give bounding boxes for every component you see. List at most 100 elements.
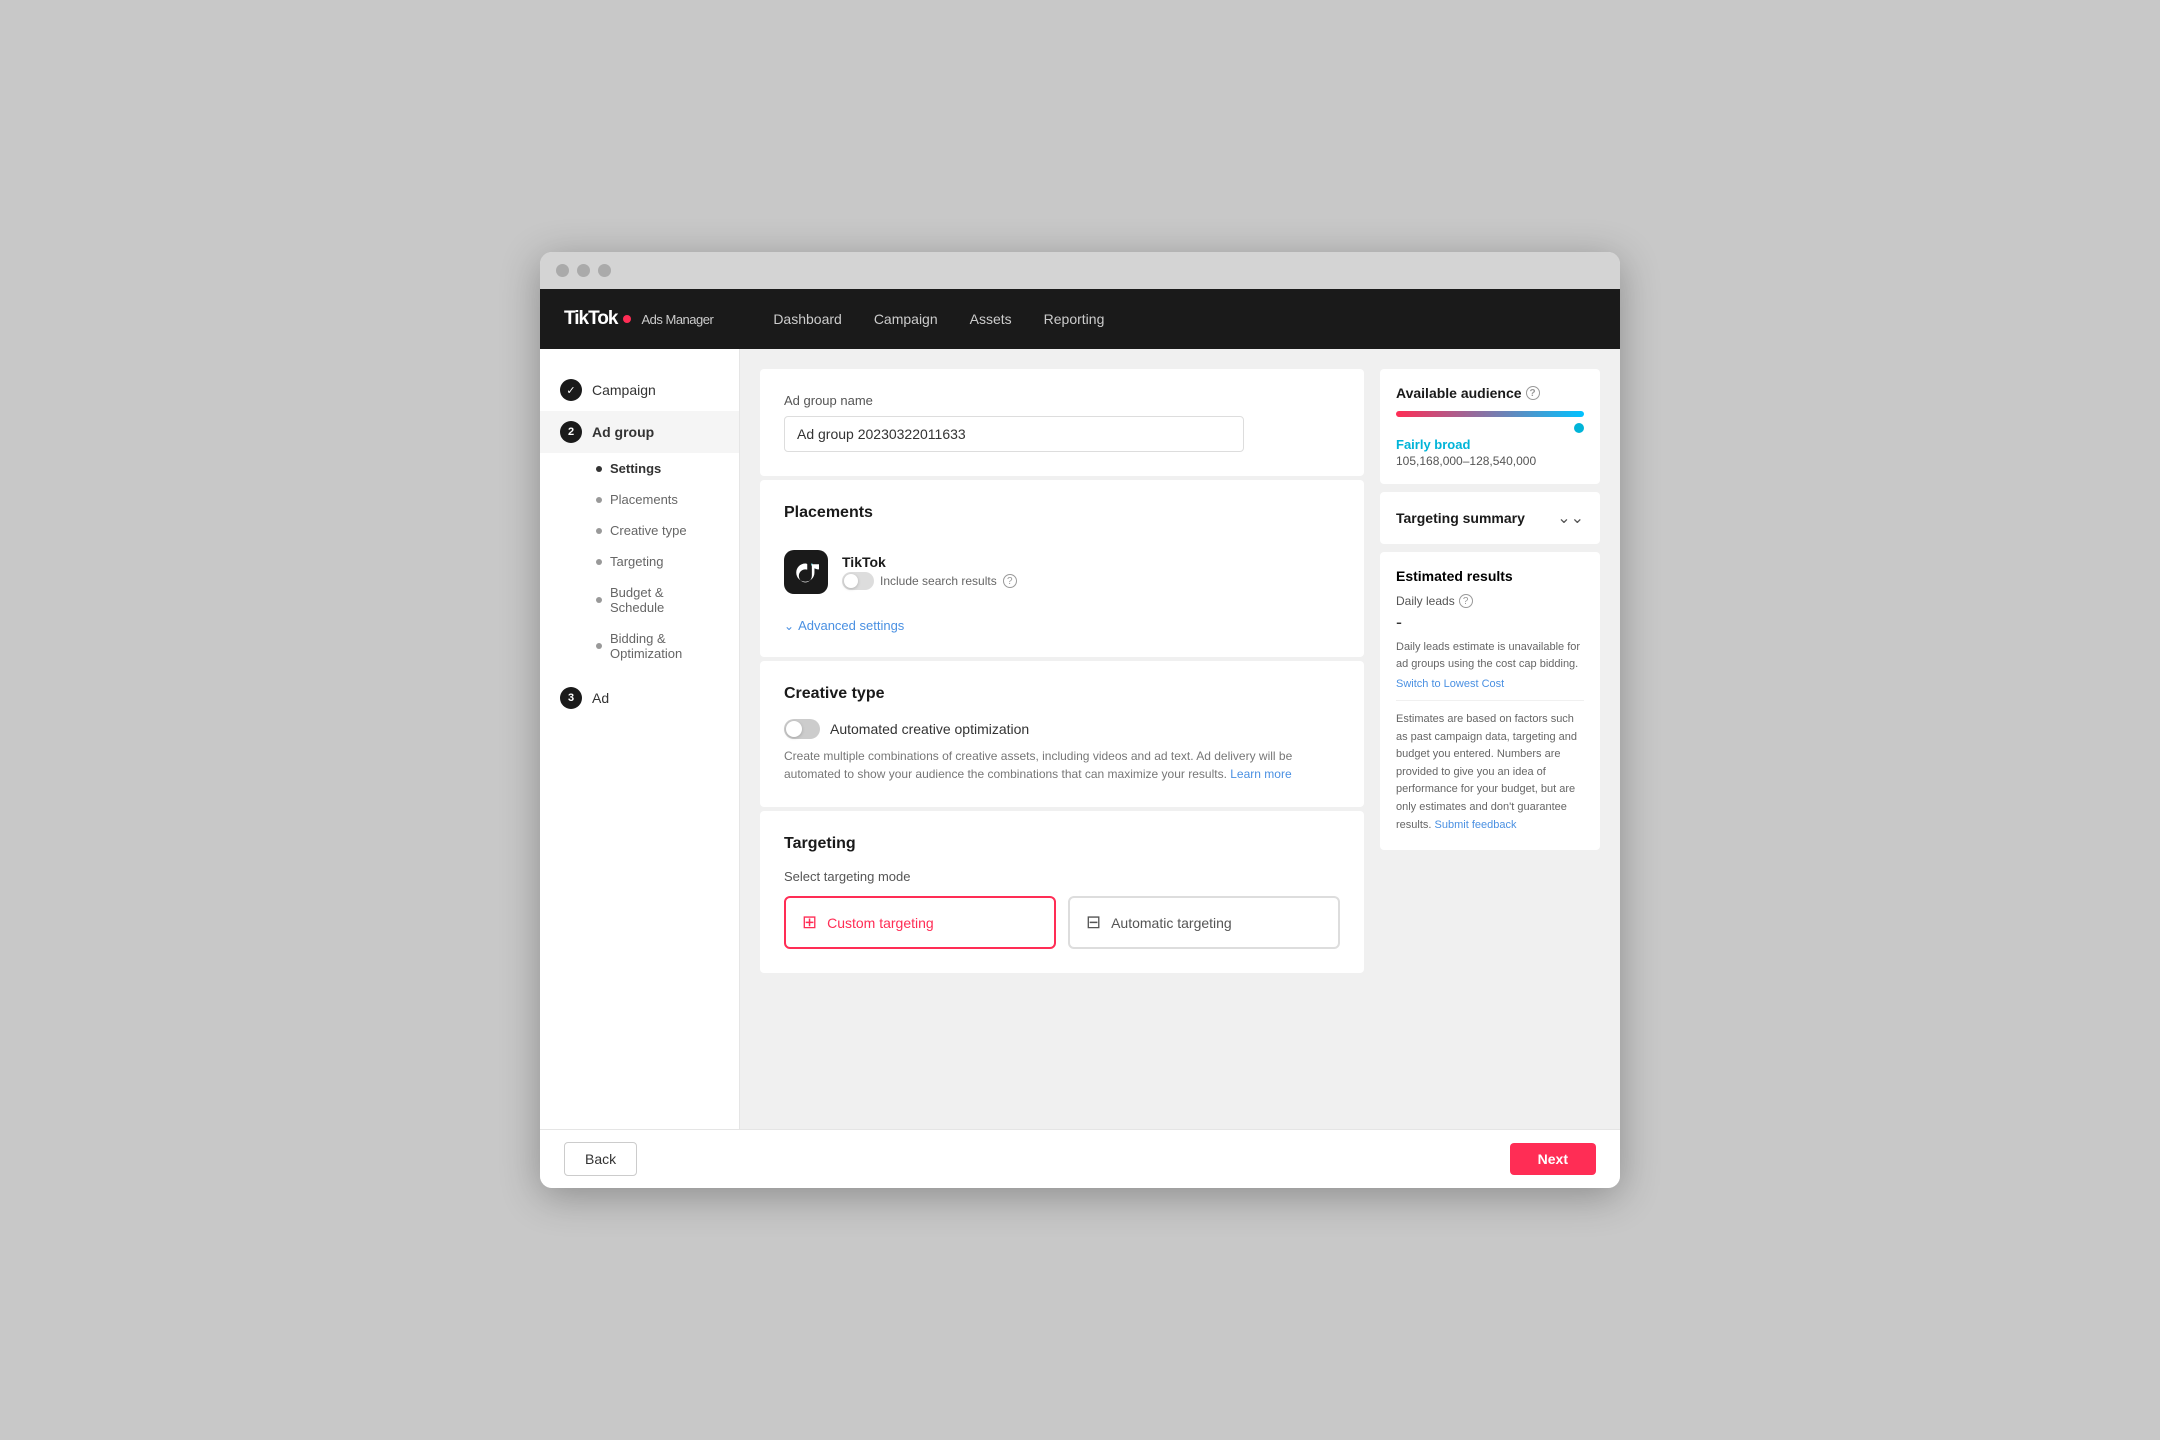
adgroup-step-number: 2 — [560, 421, 582, 443]
nav-dashboard[interactable]: Dashboard — [773, 305, 842, 333]
campaign-check-icon: ✓ — [560, 379, 582, 401]
est-daily-leads-label: Daily leads ? — [1396, 594, 1584, 608]
sub-item-settings[interactable]: Settings — [560, 453, 739, 484]
title-bar — [540, 252, 1620, 289]
targeting-mode-label: Select targeting mode — [784, 869, 1340, 884]
right-panel: Available audience ? Fairly broad 105,16… — [1380, 369, 1600, 1109]
content-area: Ad group name Placements — [740, 349, 1620, 1129]
nav-assets[interactable]: Assets — [970, 305, 1012, 333]
logo-sub: Ads Manager — [641, 312, 713, 327]
est-notes: Estimates are based on factors such as p… — [1396, 700, 1584, 834]
submit-feedback-link[interactable]: Submit feedback — [1435, 819, 1517, 831]
targeting-section: Targeting Select targeting mode ⊞ Custom… — [760, 811, 1364, 973]
sub-item-settings-label: Settings — [610, 461, 661, 476]
creative-desc: Create multiple combinations of creative… — [784, 747, 1340, 783]
switch-to-lowest-cost-link[interactable]: Switch to Lowest Cost — [1396, 678, 1584, 690]
logo-text: TikTok — [564, 308, 617, 330]
est-daily-leads-value: - — [1396, 612, 1584, 633]
sub-item-targeting[interactable]: Targeting — [560, 546, 739, 577]
sub-item-placements[interactable]: Placements — [560, 484, 739, 515]
indicator-dot — [1574, 423, 1584, 433]
placements-title: Placements — [784, 504, 1340, 522]
bottom-bar: Back Next — [540, 1129, 1620, 1188]
sub-item-creative-label: Creative type — [610, 523, 687, 538]
traffic-light-max[interactable] — [598, 264, 611, 277]
nav-campaign[interactable]: Campaign — [874, 305, 938, 333]
placement-sub: Include search results ? — [842, 572, 1017, 590]
audience-title-text: Available audience — [1396, 385, 1522, 401]
traffic-light-min[interactable] — [577, 264, 590, 277]
placement-row: TikTok Include search results ? — [784, 538, 1340, 606]
automatic-targeting-label: Automatic targeting — [1111, 915, 1232, 931]
custom-targeting-option[interactable]: ⊞ Custom targeting — [784, 896, 1056, 949]
ad-step-number: 3 — [560, 687, 582, 709]
automatic-targeting-option[interactable]: ⊟ Automatic targeting — [1068, 896, 1340, 949]
placements-section: Placements TikTok — [760, 480, 1364, 657]
logo: TikTok Ads Manager — [564, 308, 713, 330]
audience-breadth: Fairly broad — [1396, 437, 1584, 452]
daily-leads-info-icon[interactable]: ? — [1459, 594, 1473, 608]
creative-title: Creative type — [784, 685, 1340, 703]
creative-type-section: Creative type Automated creative optimiz… — [760, 661, 1364, 807]
back-button[interactable]: Back — [564, 1142, 637, 1176]
sub-item-budget[interactable]: Budget & Schedule — [560, 577, 739, 623]
main-content: Ad group name Placements — [760, 369, 1364, 1109]
custom-targeting-icon: ⊞ — [802, 912, 817, 933]
auto-targeting-icon: ⊟ — [1086, 912, 1101, 933]
est-title: Estimated results — [1396, 568, 1584, 584]
sidebar-item-campaign[interactable]: ✓ Campaign — [540, 369, 739, 411]
sidebar-campaign-label: Campaign — [592, 382, 656, 398]
app-window: TikTok Ads Manager Dashboard Campaign As… — [540, 252, 1620, 1188]
audience-bar — [1396, 411, 1584, 417]
creative-desc-text: Create multiple combinations of creative… — [784, 749, 1292, 781]
audience-info-icon[interactable]: ? — [1526, 386, 1540, 400]
include-search-info-icon[interactable]: ? — [1003, 574, 1017, 588]
budget-dot — [596, 597, 602, 603]
sidebar-item-adgroup[interactable]: 2 Ad group — [540, 411, 739, 453]
ts-title: Targeting summary — [1396, 510, 1525, 526]
placement-info: TikTok Include search results ? — [842, 554, 1017, 590]
audience-title: Available audience ? — [1396, 385, 1584, 401]
est-unavailable-desc: Daily leads estimate is unavailable for … — [1396, 639, 1584, 672]
audience-indicator — [1396, 423, 1584, 433]
settings-dot — [596, 466, 602, 472]
main-layout: ✓ Campaign 2 Ad group Settings Placement… — [540, 349, 1620, 1129]
sub-item-placements-label: Placements — [610, 492, 678, 507]
sub-item-bidding-label: Bidding & Optimization — [610, 631, 719, 661]
adgroup-name-section: Ad group name — [760, 369, 1364, 476]
available-audience-card: Available audience ? Fairly broad 105,16… — [1380, 369, 1600, 484]
sub-items: Settings Placements Creative type Target… — [540, 453, 739, 669]
next-button[interactable]: Next — [1510, 1143, 1596, 1175]
sub-item-creative[interactable]: Creative type — [560, 515, 739, 546]
include-search-toggle[interactable] — [842, 572, 874, 590]
advanced-settings-link[interactable]: ⌄ Advanced settings — [784, 618, 1340, 633]
traffic-light-close[interactable] — [556, 264, 569, 277]
chevron-down-icon: ⌄ — [784, 619, 794, 633]
sidebar-adgroup-label: Ad group — [592, 424, 654, 440]
adgroup-name-input[interactable] — [784, 416, 1244, 452]
audience-range: 105,168,000–128,540,000 — [1396, 454, 1584, 468]
bidding-dot — [596, 643, 602, 649]
targeting-options: ⊞ Custom targeting ⊟ Automatic targeting — [784, 896, 1340, 949]
tiktok-platform-icon — [784, 550, 828, 594]
targeting-title: Targeting — [784, 835, 1340, 853]
nav-reporting[interactable]: Reporting — [1044, 305, 1105, 333]
learn-more-link[interactable]: Learn more — [1230, 767, 1291, 781]
estimated-results-card: Estimated results Daily leads ? - Daily … — [1380, 552, 1600, 850]
top-nav: TikTok Ads Manager Dashboard Campaign As… — [540, 289, 1620, 349]
include-search-label: Include search results — [880, 574, 997, 588]
creative-optimization-toggle[interactable] — [784, 719, 820, 739]
custom-targeting-label: Custom targeting — [827, 915, 934, 931]
ts-chevron-icon[interactable]: ⌄⌄ — [1557, 508, 1584, 528]
adgroup-name-label: Ad group name — [784, 393, 1340, 408]
sidebar: ✓ Campaign 2 Ad group Settings Placement… — [540, 349, 740, 1129]
placement-name: TikTok — [842, 554, 1017, 570]
sub-item-budget-label: Budget & Schedule — [610, 585, 719, 615]
ts-header: Targeting summary ⌄⌄ — [1396, 508, 1584, 528]
creative-dot — [596, 528, 602, 534]
creative-toggle-label: Automated creative optimization — [830, 721, 1029, 737]
nav-items: Dashboard Campaign Assets Reporting — [773, 305, 1104, 333]
sub-item-bidding[interactable]: Bidding & Optimization — [560, 623, 739, 669]
sub-item-targeting-label: Targeting — [610, 554, 663, 569]
sidebar-item-ad[interactable]: 3 Ad — [540, 677, 739, 719]
